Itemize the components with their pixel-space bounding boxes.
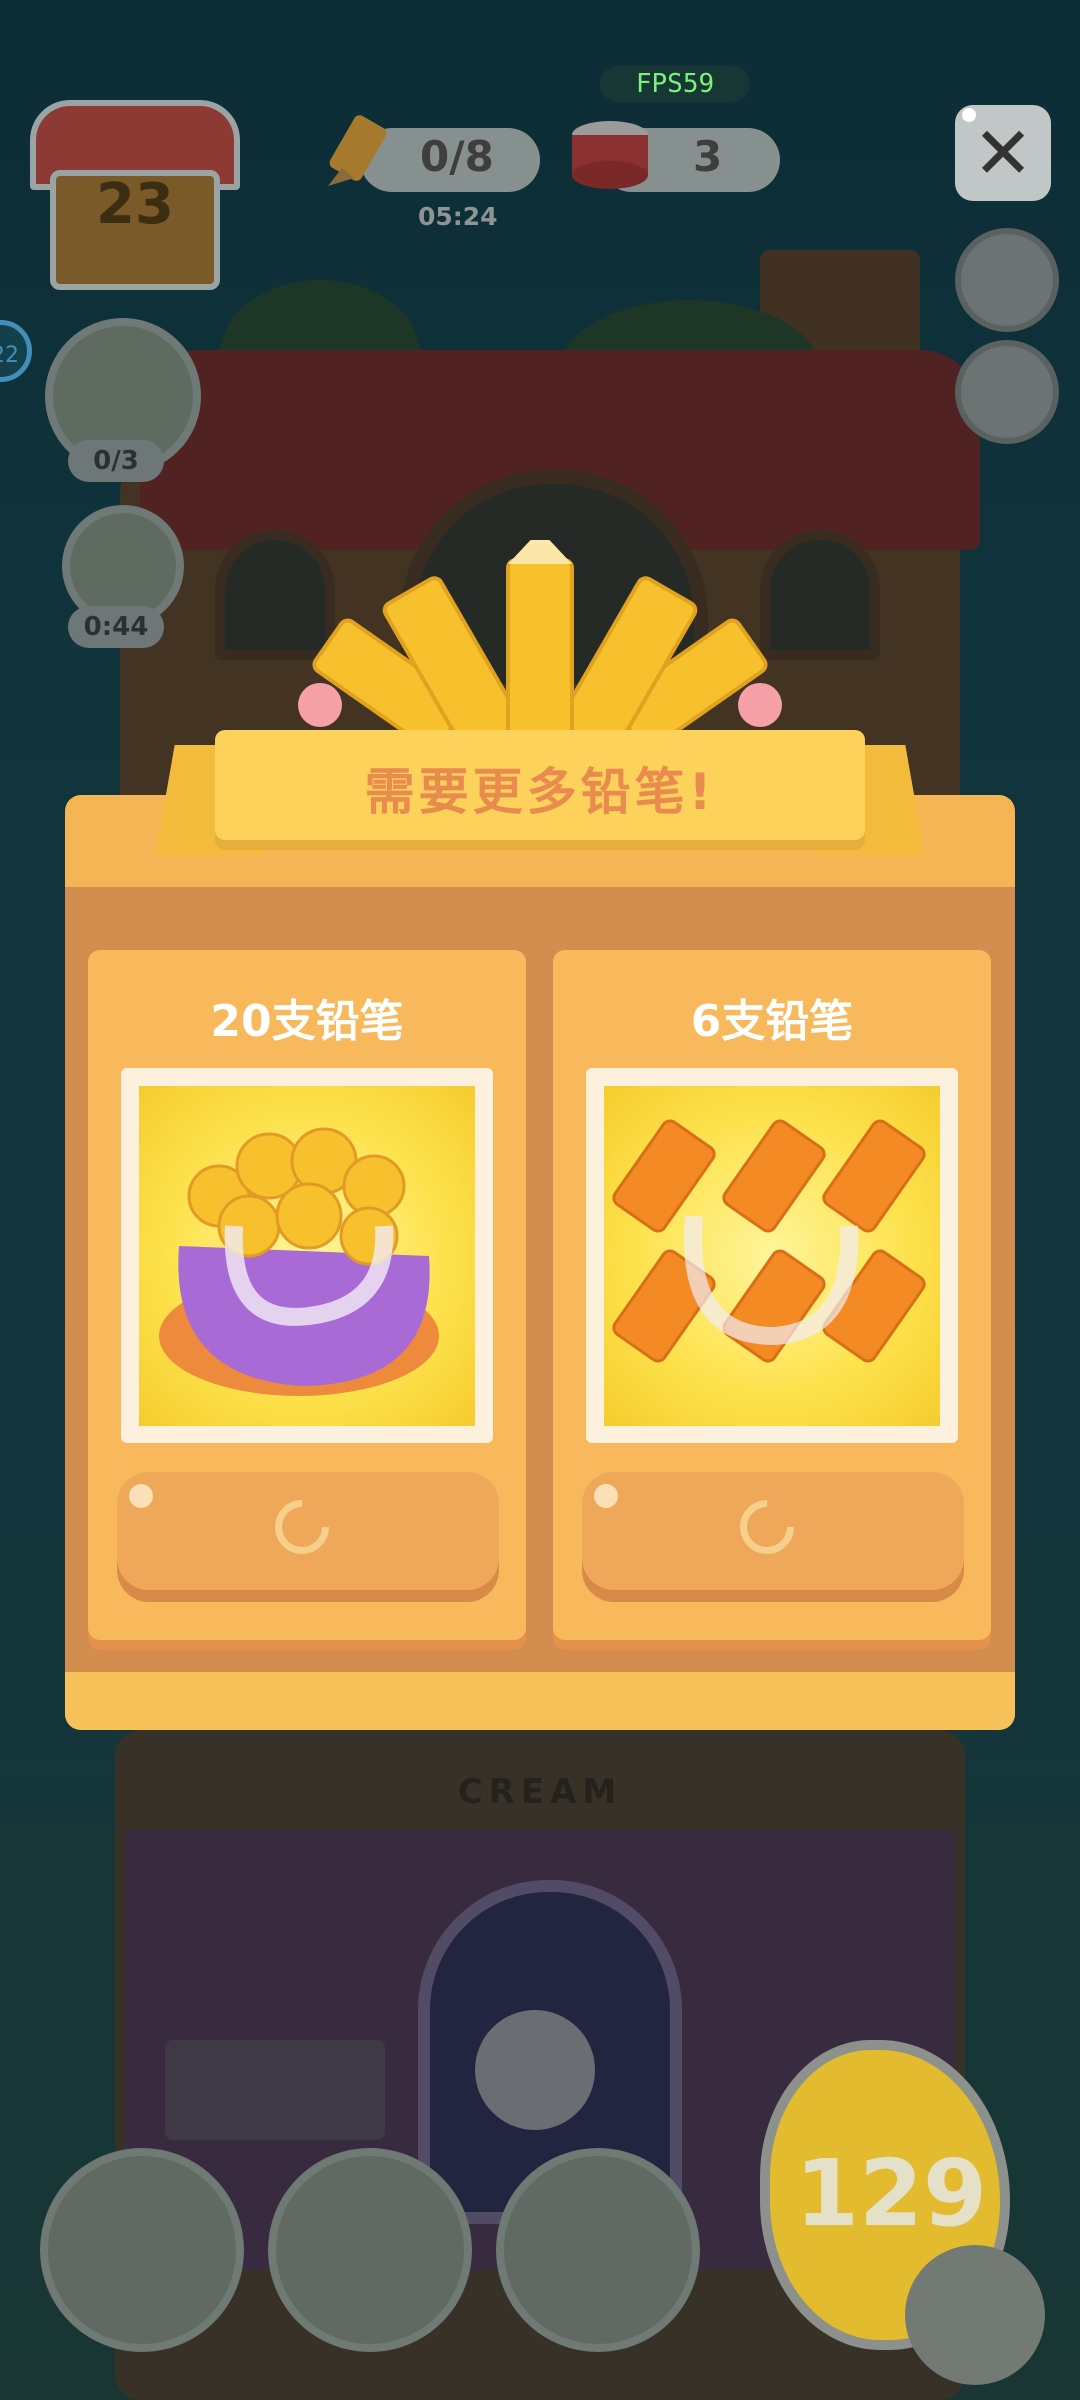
pencil-timer: 05:24 [418, 202, 498, 231]
recipe-book-button[interactable] [268, 2148, 472, 2352]
gift-timer: 0:44 [68, 606, 164, 648]
pencil-fan-icon [290, 540, 790, 740]
pencil-bag-icon [139, 1086, 475, 1426]
button-highlight [594, 1484, 618, 1508]
loading-spinner-icon [728, 1488, 806, 1566]
buy-button-6[interactable] [582, 1472, 964, 1590]
can-icon [565, 115, 655, 195]
level-badge[interactable]: 23 [30, 100, 240, 290]
level-number: 23 [96, 172, 174, 237]
coin-count: 129 [795, 2140, 988, 2247]
close-button-highlight [962, 108, 976, 122]
offer-title-6: 6支铅笔 [690, 996, 854, 1047]
can-count: 3 [693, 132, 723, 181]
offer-image-frame-20 [121, 1068, 493, 1443]
buy-button-20[interactable] [117, 1472, 499, 1590]
loading-spinner-icon [263, 1488, 341, 1566]
pencil-icon [318, 108, 398, 198]
furniture-button[interactable] [40, 2148, 244, 2352]
paint-brush-button[interactable] [955, 228, 1059, 332]
six-pencils-icon [604, 1086, 940, 1426]
offer-image-frame-6 [586, 1068, 958, 1443]
pencil-count: 0/8 [420, 132, 494, 181]
cat-icon[interactable] [905, 2245, 1045, 2385]
offer-title-20: 20支铅笔 [210, 996, 404, 1047]
stamp-button[interactable] [955, 340, 1059, 444]
dialog-title: 需要更多铅笔! [364, 763, 716, 821]
fps-counter: FPS59 [600, 66, 750, 102]
button-highlight [129, 1484, 153, 1508]
tasks-progress: 0/3 [68, 440, 164, 482]
close-icon: ✕ [972, 111, 1034, 195]
picture-button[interactable] [496, 2148, 700, 2352]
dialog-footer [65, 1672, 1015, 1730]
